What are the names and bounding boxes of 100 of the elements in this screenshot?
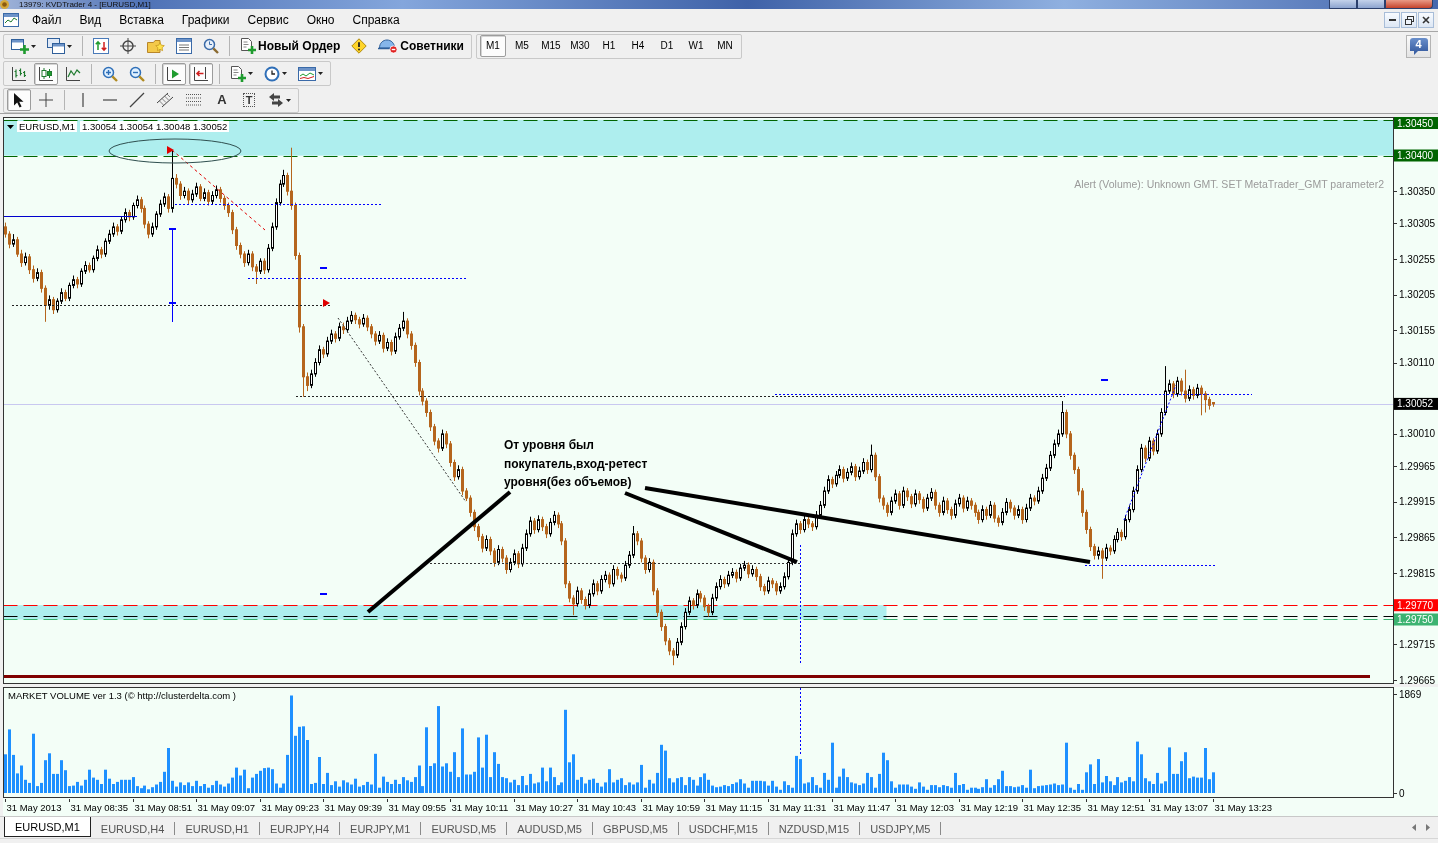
chart-symbol: EURUSD,M1 (17, 121, 77, 132)
period-button[interactable]: H4 (624, 35, 651, 57)
horizontal-line-icon (102, 98, 118, 102)
menu-item[interactable]: Справка (343, 11, 409, 29)
candle-wick (891, 496, 892, 516)
candle-wick (383, 332, 384, 353)
chart-tab[interactable]: EURUSD,H1 (175, 822, 260, 835)
dash-marker-icon (169, 302, 176, 304)
candle-wick (442, 429, 443, 452)
toolbar-button[interactable]: T (237, 89, 261, 111)
candle-wick (45, 284, 46, 323)
candle-wick (307, 372, 308, 392)
restore-button[interactable] (1401, 12, 1417, 28)
menu-item[interactable]: Сервис (238, 11, 298, 29)
experts-button[interactable]: Советники (374, 35, 468, 57)
candle-wick (327, 336, 328, 358)
candle-wick (268, 243, 269, 274)
price-tick-label: 1.30110 (1399, 357, 1435, 368)
chart-tab[interactable]: EURJPY,M1 (340, 822, 422, 835)
candle-wick (1078, 466, 1079, 496)
diagonal-line-icon (129, 92, 145, 108)
period-button[interactable]: M15 (537, 35, 564, 57)
time-label: 31 May 08:35 (70, 802, 129, 813)
candle-wick (426, 397, 427, 418)
time-label: 31 May 10:27 (515, 802, 574, 813)
candle-wick (1074, 452, 1075, 475)
candle-wick (577, 586, 578, 608)
candle-wick (29, 253, 30, 275)
chart-tab[interactable]: GBPUSD,M5 (593, 822, 679, 835)
ref-line-label: 1.30400 (1397, 150, 1434, 161)
candle-wick (1066, 409, 1067, 439)
candle-wick (287, 172, 288, 196)
document-plus-icon (230, 65, 246, 82)
price-tick-label: 1.29865 (1399, 531, 1436, 543)
scroll-left-icon[interactable] (1412, 824, 1416, 831)
time-label: 31 May 09:55 (388, 802, 447, 813)
candle-wick (903, 486, 904, 509)
chart-tab[interactable]: EURUSD,H4 (90, 822, 176, 835)
period-button[interactable]: M1 (479, 35, 506, 57)
candle-wick (17, 236, 18, 258)
restore-icon (1404, 15, 1414, 25)
caret-icon (286, 98, 291, 102)
toolbar-button[interactable] (34, 62, 58, 85)
menu-item[interactable]: Вставка (110, 11, 173, 29)
candle-wick (403, 311, 404, 332)
chart-tab[interactable]: AUDUSD,M5 (507, 822, 593, 835)
menu-item[interactable]: Окно (297, 11, 344, 29)
candle-wick (522, 543, 523, 568)
period-button[interactable]: M5 (508, 35, 535, 57)
close-button[interactable] (1418, 12, 1434, 28)
vertical-line (800, 687, 801, 756)
chart-tab[interactable]: USDJPY,M5 (860, 822, 942, 835)
toolbar-button[interactable] (162, 62, 186, 85)
candle-wick (1165, 365, 1166, 416)
period-button[interactable]: D1 (653, 35, 680, 57)
period-button[interactable]: M30 (566, 35, 593, 57)
minimize-button[interactable] (1329, 0, 1357, 9)
candle-wick (1157, 429, 1158, 455)
time-label: 31 May 13:23 (1214, 802, 1273, 813)
candle-wick (69, 282, 70, 302)
time-label: 31 May 11:47 (833, 802, 891, 813)
menu-item[interactable]: Файл (23, 11, 71, 29)
menu-item[interactable]: Вид (70, 11, 111, 29)
arrows-icon (268, 92, 284, 108)
toolbar-button[interactable] (189, 62, 213, 85)
candle-wick (482, 533, 483, 553)
minimize-button[interactable] (1384, 12, 1400, 28)
toolbar-button[interactable]: A (210, 89, 234, 111)
new-order-button[interactable]: Новый Ордер (236, 35, 345, 57)
candle-wick (1161, 407, 1162, 438)
chart-tab[interactable]: EURUSD,M5 (421, 822, 508, 835)
candle-wick (561, 520, 562, 546)
time-label: 31 May 08:51 (134, 802, 193, 813)
candle-wick (272, 222, 273, 252)
close-icon (1422, 16, 1430, 24)
candle-wick (828, 474, 829, 495)
candle-wick (180, 180, 181, 201)
price-tick-label: 1.29815 (1399, 567, 1436, 579)
chart-tab[interactable]: NZDUSD,M15 (768, 822, 861, 835)
candle-wick (573, 594, 574, 616)
candle-wick (1185, 369, 1186, 403)
chart-tab[interactable]: USDCHF,M15 (678, 822, 769, 835)
candle-wick (315, 357, 316, 378)
candle-wick (657, 587, 658, 618)
period-button[interactable]: H1 (595, 35, 622, 57)
maximize-button[interactable] (1357, 0, 1385, 9)
candle-wick (256, 263, 257, 285)
scroll-right-icon[interactable] (1426, 824, 1430, 831)
toolbar-button[interactable] (7, 89, 31, 111)
messages-button[interactable]: 4 (1406, 34, 1431, 58)
chart-tab[interactable]: EURJPY,H4 (259, 822, 341, 835)
candle-wick (569, 580, 570, 603)
price-tick-label: 1.30305 (1399, 217, 1436, 229)
caret-icon (67, 44, 72, 48)
chart-tab[interactable]: EURUSD,M1 (4, 817, 91, 837)
candle-wick (816, 510, 817, 530)
menu-item[interactable]: Графики (172, 11, 239, 29)
bar-chart-icon (11, 65, 27, 82)
period-button[interactable]: MN (711, 35, 738, 57)
period-button[interactable]: W1 (682, 35, 709, 57)
